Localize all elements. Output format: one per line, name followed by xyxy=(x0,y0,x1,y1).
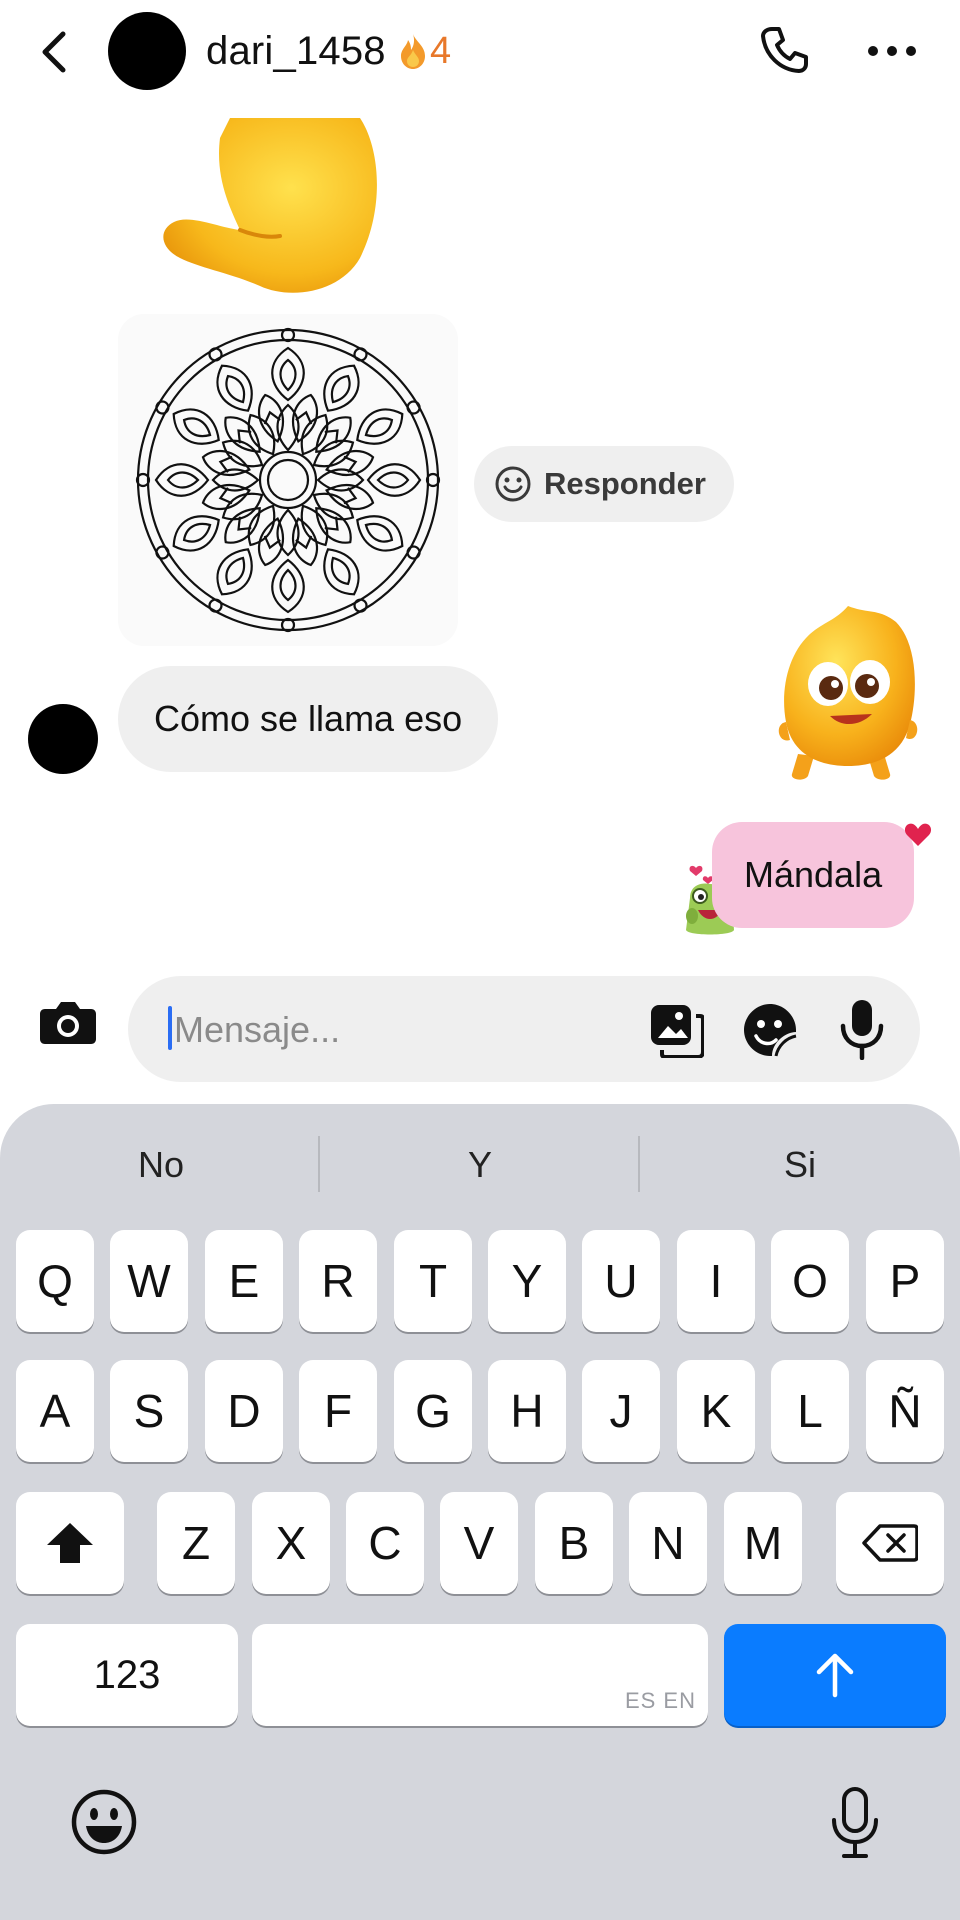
key-g[interactable]: G xyxy=(394,1360,472,1462)
phone-icon xyxy=(761,27,808,73)
key-x[interactable]: X xyxy=(252,1492,330,1594)
emoji-key[interactable] xyxy=(64,1782,144,1862)
back-button[interactable] xyxy=(32,22,76,82)
dictation-key[interactable] xyxy=(820,1778,890,1868)
chevron-left-icon xyxy=(42,31,66,73)
space-key[interactable]: ES EN xyxy=(252,1624,708,1726)
gallery-button[interactable] xyxy=(646,1000,706,1060)
suggestion-divider xyxy=(318,1136,320,1192)
camera-button[interactable] xyxy=(36,990,100,1054)
incoming-message-text: Cómo se llama eso xyxy=(154,698,463,739)
reply-label: Responder xyxy=(544,466,706,501)
reply-button[interactable]: Responder xyxy=(474,446,734,522)
pointing-hand-sticker xyxy=(160,118,390,298)
camera-icon xyxy=(40,1002,96,1044)
key-i[interactable]: I xyxy=(677,1230,755,1332)
key-y[interactable]: Y xyxy=(488,1230,566,1332)
sticker-icon xyxy=(744,1004,797,1057)
key-p[interactable]: P xyxy=(866,1230,944,1332)
key-enye[interactable]: Ñ xyxy=(866,1360,944,1462)
key-u[interactable]: U xyxy=(582,1230,660,1332)
key-l[interactable]: L xyxy=(771,1360,849,1462)
shift-icon xyxy=(47,1523,93,1563)
smiley-icon xyxy=(495,466,531,502)
call-button[interactable] xyxy=(752,18,816,82)
fire-icon xyxy=(401,34,425,69)
contact-avatar[interactable] xyxy=(108,12,186,90)
key-m[interactable]: M xyxy=(724,1492,802,1594)
backspace-key[interactable] xyxy=(836,1492,944,1594)
key-s[interactable]: S xyxy=(110,1360,188,1462)
key-c[interactable]: C xyxy=(346,1492,424,1594)
key-q[interactable]: Q xyxy=(16,1230,94,1332)
more-options-button[interactable] xyxy=(862,26,922,76)
sender-avatar[interactable] xyxy=(28,704,98,774)
mandala-image[interactable] xyxy=(118,314,458,646)
suggestion-2[interactable]: Y xyxy=(335,1130,625,1200)
voice-message-button[interactable] xyxy=(832,996,892,1062)
key-n[interactable]: N xyxy=(629,1492,707,1594)
key-f[interactable]: F xyxy=(299,1360,377,1462)
contact-username[interactable]: dari_1458 xyxy=(206,24,386,78)
key-e[interactable]: E xyxy=(205,1230,283,1332)
microphone-icon xyxy=(840,1000,884,1060)
streak-count: 4 xyxy=(430,29,452,72)
gallery-icon xyxy=(651,1005,704,1058)
key-a[interactable]: A xyxy=(16,1360,94,1462)
emoji-icon xyxy=(71,1789,137,1855)
key-b[interactable]: B xyxy=(535,1492,613,1594)
space-language-label: ES EN xyxy=(624,1688,696,1713)
microphone-icon xyxy=(832,1787,878,1858)
heart-reaction-icon xyxy=(904,822,932,848)
ellipsis-icon xyxy=(868,46,916,56)
incoming-message-bubble[interactable]: Cómo se llama eso xyxy=(118,666,499,772)
message-input[interactable] xyxy=(172,994,636,1066)
send-key[interactable] xyxy=(724,1624,946,1726)
key-v[interactable]: V xyxy=(440,1492,518,1594)
key-d[interactable]: D xyxy=(205,1360,283,1462)
mandala-drawing xyxy=(135,327,441,633)
shift-key[interactable] xyxy=(16,1492,124,1594)
outgoing-message-bubble[interactable]: Mándala xyxy=(712,822,915,928)
key-h[interactable]: H xyxy=(488,1360,566,1462)
key-t[interactable]: T xyxy=(394,1230,472,1332)
key-k[interactable]: K xyxy=(677,1360,755,1462)
sticker-button[interactable] xyxy=(740,1000,800,1060)
numbers-key[interactable]: 123 xyxy=(16,1624,238,1726)
backspace-icon xyxy=(862,1524,918,1562)
key-z[interactable]: Z xyxy=(157,1492,235,1594)
suggestion-1[interactable]: No xyxy=(16,1130,306,1200)
suggestion-divider xyxy=(638,1136,640,1192)
key-o[interactable]: O xyxy=(771,1230,849,1332)
key-w[interactable]: W xyxy=(110,1230,188,1332)
arrow-up-icon xyxy=(816,1653,854,1698)
key-r[interactable]: R xyxy=(299,1230,377,1332)
streak-badge: 4 xyxy=(398,24,451,78)
key-j[interactable]: J xyxy=(582,1360,660,1462)
flame-character-sticker xyxy=(778,604,920,790)
suggestion-3[interactable]: Si xyxy=(655,1130,945,1200)
outgoing-message-text: Mándala xyxy=(744,854,883,895)
